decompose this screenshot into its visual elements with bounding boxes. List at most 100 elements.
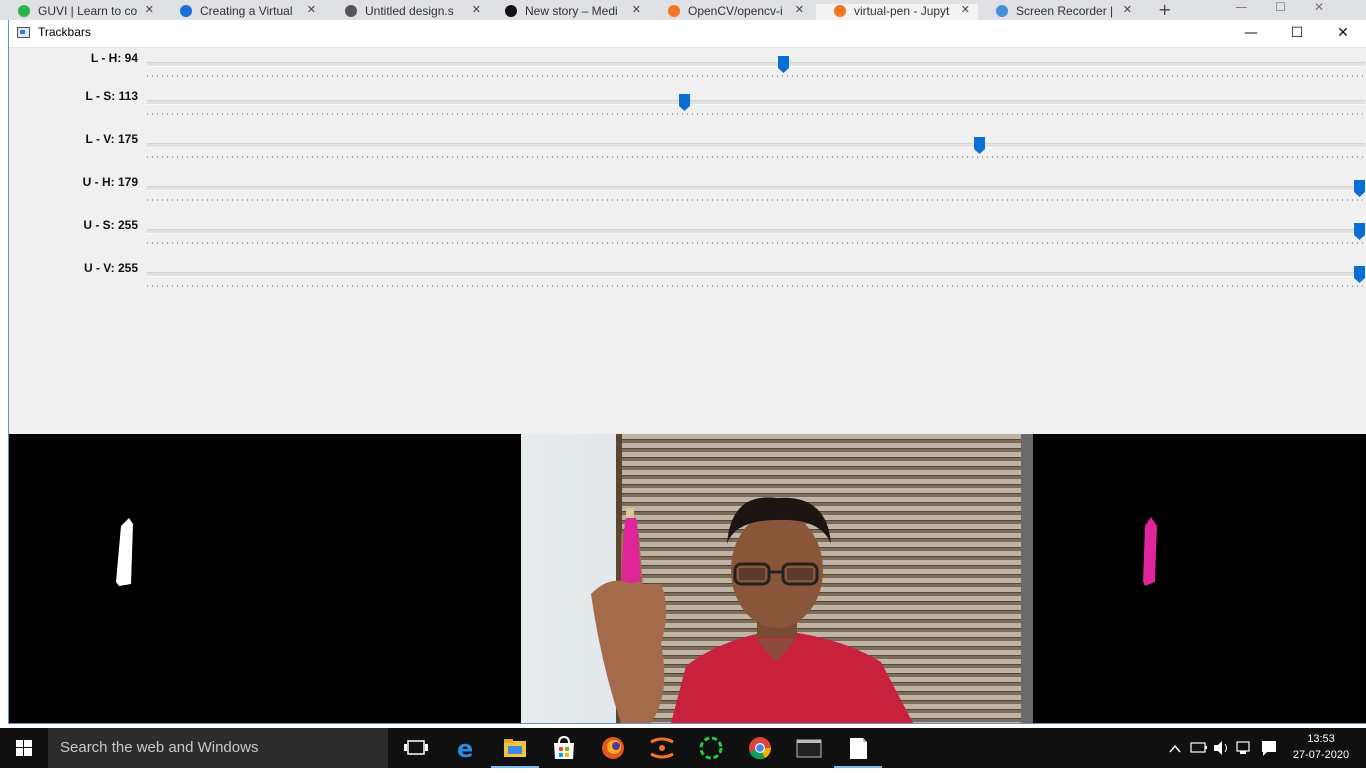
volume-icon[interactable]	[1214, 741, 1227, 755]
tab-title: New story – Medi	[525, 4, 618, 18]
browser-tab-strip: + —☐✕ GUVI | Learn to co ✕ Creating a Virt…	[0, 0, 1366, 20]
trackbar-label: U - V: 255	[83, 261, 138, 275]
file-explorer-icon[interactable]	[491, 728, 539, 768]
browser-tab[interactable]: GUVI | Learn to co ✕	[0, 4, 162, 20]
trackbar-track[interactable]	[147, 62, 1365, 67]
trackbar-label: U - S: 255	[83, 218, 138, 232]
trackbar-thumb[interactable]	[973, 137, 985, 154]
trackbar-thumb[interactable]	[1354, 266, 1365, 283]
trackbar-ticks	[147, 242, 1365, 244]
browser-tab[interactable]: New story – Medi ✕	[487, 4, 649, 20]
taskbar: Search the web and Windows e 13:53 27-07…	[0, 728, 1366, 768]
trackbar-track[interactable]	[147, 143, 1365, 148]
browser-tab[interactable]: Screen Recorder | ✕	[978, 4, 1140, 20]
tab-favicon-icon	[834, 5, 846, 17]
chrome-icon[interactable]	[736, 728, 784, 768]
browser-tab[interactable]: OpenCV/opencv-i ✕	[650, 4, 812, 20]
terminal-icon[interactable]	[785, 728, 833, 768]
close-button[interactable]: ✕	[1320, 20, 1366, 48]
clock-date: 27-07-2020	[1292, 749, 1350, 761]
task-view-icon[interactable]	[392, 728, 440, 768]
trackbar-ticks	[147, 156, 1365, 158]
tab-close-icon[interactable]: ✕	[961, 4, 970, 16]
mask-view	[9, 434, 521, 723]
browser-tab[interactable]: virtual-pen - Jupyt ✕	[816, 4, 978, 20]
battery-icon[interactable]	[1190, 742, 1207, 753]
app-icon	[17, 27, 30, 38]
windows-logo-icon	[16, 740, 32, 756]
trackbar-ticks	[147, 199, 1365, 201]
new-tab-button[interactable]: +	[1158, 0, 1171, 19]
trackbar-label: L - V: 175	[85, 132, 138, 146]
trackbar-track[interactable]	[147, 186, 1365, 191]
tab-close-icon[interactable]: ✕	[1123, 4, 1132, 16]
trackbars-window: Trackbars — ☐ ✕ L - H: 94 L - S: 113 L - V…	[8, 20, 1366, 724]
tab-favicon-icon	[18, 5, 30, 17]
maximize-button[interactable]: ☐	[1274, 20, 1320, 48]
trackbar-thumb[interactable]	[679, 94, 691, 111]
notepad-icon[interactable]	[834, 728, 882, 768]
trackbar-row: L - S: 113	[9, 89, 1366, 119]
network-icon[interactable]	[1236, 741, 1250, 754]
browser-window-controls: —☐✕	[1235, 0, 1352, 14]
mask-image	[116, 518, 133, 586]
start-button[interactable]	[0, 728, 48, 768]
trackbar-panel: L - H: 94 L - S: 113 L - V: 175 U - H: 179 U…	[9, 48, 1366, 434]
notification-icon[interactable]	[1262, 741, 1276, 756]
tab-favicon-icon	[345, 5, 357, 17]
trackbar-thumb[interactable]	[1354, 180, 1365, 197]
camera-frame-view	[521, 434, 1033, 723]
minimize-button[interactable]: —	[1228, 20, 1274, 48]
tab-favicon-icon	[668, 5, 680, 17]
trackbar-track[interactable]	[147, 272, 1365, 277]
title-bar: Trackbars — ☐ ✕	[9, 20, 1366, 48]
browser-tab[interactable]: Untitled design.s ✕	[327, 4, 489, 20]
clock[interactable]: 13:53 27-07-2020	[1284, 731, 1358, 763]
tab-title: Untitled design.s	[365, 4, 454, 18]
camera-frame-image	[521, 434, 1033, 723]
tab-favicon-icon	[996, 5, 1008, 17]
trackbar-label: U - H: 179	[82, 175, 138, 189]
trackbar-thumb[interactable]	[1354, 223, 1365, 240]
tab-title: OpenCV/opencv-i	[688, 4, 783, 18]
firefox-icon[interactable]	[589, 728, 637, 768]
result-image	[1143, 517, 1157, 586]
result-view	[1033, 434, 1366, 723]
screen-recorder-icon[interactable]	[687, 728, 735, 768]
clock-time: 13:53	[1307, 733, 1335, 745]
tab-title: Screen Recorder |	[1016, 4, 1114, 18]
chevron-up-icon[interactable]	[1169, 744, 1181, 753]
tab-close-icon[interactable]: ✕	[795, 4, 804, 16]
jupyter-icon[interactable]	[638, 728, 686, 768]
trackbar-thumb[interactable]	[778, 56, 790, 73]
trackbar-track[interactable]	[147, 229, 1365, 234]
tab-title: GUVI | Learn to co	[38, 4, 138, 18]
trackbar-row: L - V: 175	[9, 132, 1366, 162]
tab-close-icon[interactable]: ✕	[145, 4, 154, 16]
tab-close-icon[interactable]: ✕	[472, 4, 481, 16]
tab-title: virtual-pen - Jupyt	[854, 4, 950, 18]
trackbar-row: U - S: 255	[9, 218, 1366, 248]
trackbar-row: L - H: 94	[9, 51, 1366, 81]
trackbar-ticks	[147, 113, 1365, 115]
tab-favicon-icon	[505, 5, 517, 17]
search-input[interactable]: Search the web and Windows	[48, 728, 388, 768]
trackbar-label: L - S: 113	[85, 89, 138, 103]
edge-icon[interactable]: e	[442, 728, 490, 768]
trackbar-row: U - V: 255	[9, 261, 1366, 291]
image-views	[9, 434, 1366, 723]
store-icon[interactable]	[540, 728, 588, 768]
tab-close-icon[interactable]: ✕	[632, 4, 641, 16]
trackbar-ticks	[147, 75, 1365, 77]
tab-favicon-icon	[180, 5, 192, 17]
tab-close-icon[interactable]: ✕	[307, 4, 316, 16]
tray-icons-group	[1169, 741, 1276, 756]
tab-title: Creating a Virtual	[200, 4, 293, 18]
window-title: Trackbars	[38, 25, 91, 39]
svg-text:e: e	[457, 735, 473, 763]
trackbar-track[interactable]	[147, 100, 1365, 105]
browser-tab[interactable]: Creating a Virtual ✕	[162, 4, 324, 20]
trackbar-row: U - H: 179	[9, 175, 1366, 205]
trackbar-label: L - H: 94	[90, 51, 138, 65]
trackbar-ticks	[147, 285, 1365, 287]
